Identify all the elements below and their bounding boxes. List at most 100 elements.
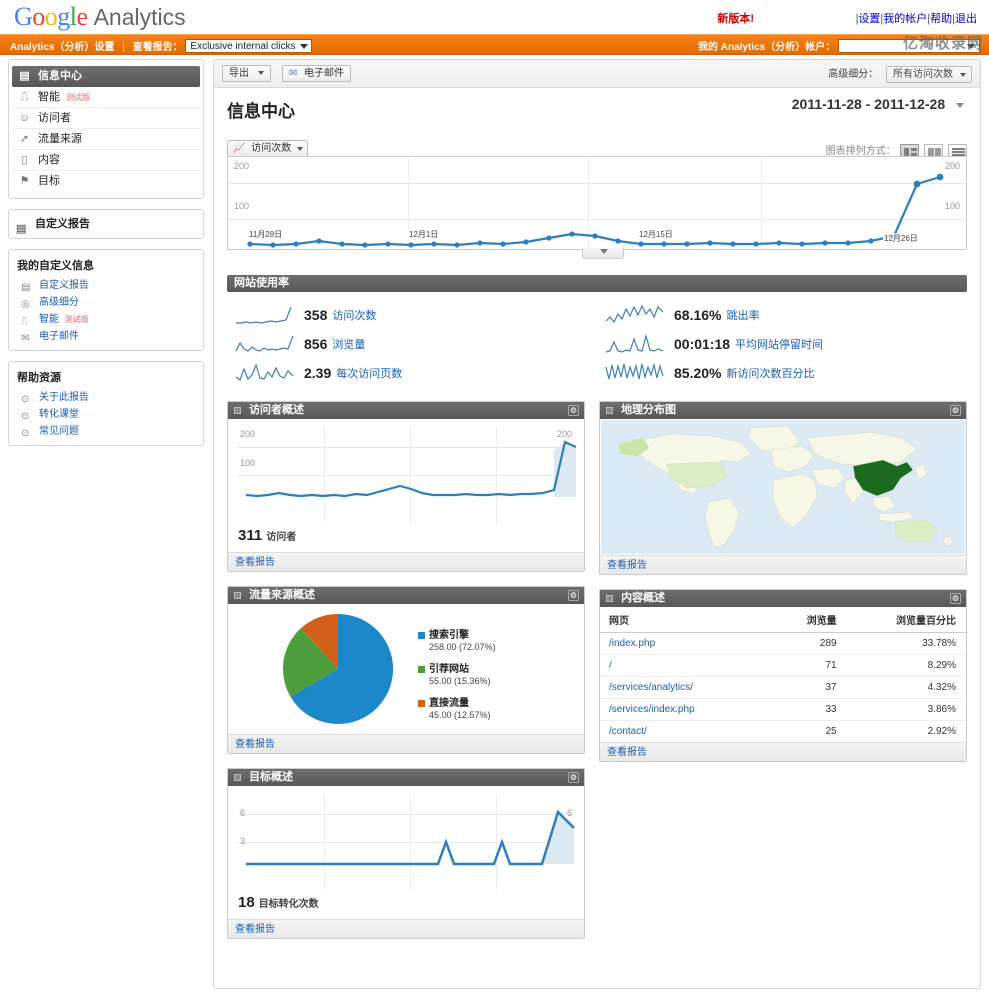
metric-label[interactable]: 浏览量 — [332, 336, 365, 352]
sidebar-item-about-report[interactable]: ⊙ 关于此报告 — [9, 389, 203, 406]
metric-new-visits-pct: 85.20% 新访问次数百分比 — [597, 358, 967, 387]
big-value: 18 — [238, 894, 255, 911]
legend-item: 引荐网站 55.00 (15.36%) — [418, 660, 496, 686]
question-icon: ⊙ — [21, 428, 30, 439]
gear-icon[interactable]: ⚙ — [568, 405, 579, 416]
gear-icon[interactable]: ⚙ — [568, 772, 579, 783]
sparkline-visits — [236, 306, 292, 324]
column-header-page[interactable]: 网页 — [600, 607, 779, 633]
visitors-chart-svg — [245, 440, 577, 498]
metric-label[interactable]: 跳出率 — [726, 307, 759, 323]
metric-value: 00:01:18 — [674, 335, 731, 352]
analytics-settings-link[interactable]: Analytics（分析）设置 — [10, 42, 114, 53]
header-links: |设置|我的帐户|帮助|退出 — [855, 13, 977, 25]
sidebar-item-goals[interactable]: ⚑ 目标 — [12, 171, 200, 192]
sidebar-item-faq[interactable]: ⊙ 常见问题 — [9, 423, 203, 440]
date-range-selector[interactable]: 2011-11-28 - 2011-12-28 — [792, 96, 964, 112]
cell-page[interactable]: /services/analytics/ — [600, 676, 779, 699]
sidebar-my-custom-box: 我的自定义信息 ▤ 自定义报告 ◎ 高级细分 ⎍ 智能 测试版 ✉ 电子邮件 — [8, 249, 204, 351]
metric-selector[interactable]: 📈 访问次数 — [227, 140, 309, 156]
main-visits-chart[interactable]: 200 100 200 100 11月28日 12月1日 12月15日 12月2… — [227, 156, 967, 250]
cell-page[interactable]: /services/index.php — [600, 698, 779, 721]
date-range-value: 2011-11-28 - 2011-12-28 — [791, 96, 946, 112]
list-item-label: 智能 — [39, 314, 59, 325]
chart-collapse-handle[interactable] — [582, 248, 624, 259]
cell-pageviews: 37 — [778, 676, 847, 699]
flag-icon: ⚑ — [19, 175, 30, 187]
sidebar-item-advanced-segments[interactable]: ◎ 高级细分 — [9, 294, 203, 311]
cell-page[interactable]: / — [600, 654, 779, 677]
line-chart-icon: 📈 — [233, 143, 246, 154]
drag-handle-icon[interactable] — [234, 773, 241, 781]
logout-link[interactable]: 退出 — [955, 13, 977, 25]
section-title: 帮助资源 — [17, 372, 61, 384]
sparkline-pageviews — [235, 335, 294, 352]
sidebar-item-my-custom-reports[interactable]: ▤ 自定义报告 — [9, 277, 203, 294]
widget-footer-link[interactable]: 查看报告 — [228, 734, 584, 753]
sidebar-item-visitors[interactable]: ☺ 访问者 — [12, 108, 200, 129]
dashboard-panel: 导出 ✉ 电子邮件 高级细分： 所有访问次数 信息中心 2011-11-28 -… — [213, 59, 981, 989]
pie-legend: 搜索引擎 258.00 (72.07%) 引荐网站 55.00 (15.36%)… — [418, 626, 496, 728]
metric-label[interactable]: 平均网站停留时间 — [735, 336, 823, 352]
metric-label[interactable]: 访问次数 — [332, 307, 376, 323]
gear-icon[interactable]: ⚙ — [950, 593, 961, 604]
cell-page[interactable]: /contact/ — [600, 721, 778, 743]
widget-footer-link[interactable]: 查看报告 — [600, 742, 966, 761]
new-version-notice[interactable]: 新版本! — [717, 10, 754, 26]
column-header-pageviews[interactable]: 浏览量 — [778, 607, 847, 633]
drag-handle-icon[interactable] — [606, 594, 613, 602]
profile-select[interactable]: Exclusive internal clicks — [185, 39, 313, 53]
legend-label: 引荐网站 — [429, 664, 469, 675]
sidebar-item-my-intelligence[interactable]: ⎍ 智能 测试版 — [9, 311, 203, 328]
traffic-pie-chart: 搜索引擎 258.00 (72.07%) 引荐网站 55.00 (15.36%)… — [228, 604, 584, 734]
my-account-link[interactable]: 我的帐户 — [883, 13, 927, 25]
metric-label[interactable]: 新访问次数百分比 — [726, 365, 814, 381]
sidebar-item-traffic-sources[interactable]: ➚ 流量来源 — [12, 129, 200, 150]
cell-page[interactable]: /index.php — [600, 632, 779, 655]
sparkline-bounce-rate — [605, 304, 664, 323]
settings-link[interactable]: 设置 — [858, 13, 880, 25]
gear-icon[interactable]: ⚙ — [568, 590, 579, 601]
widget-header[interactable]: 内容概述 ⚙ — [600, 590, 966, 607]
sidebar-item-dashboard[interactable]: ▤ 信息中心 — [12, 66, 200, 87]
legend-swatch-icon — [418, 632, 425, 640]
widget-header[interactable]: 流量来源概述 ⚙ — [228, 587, 584, 604]
widget-footer-link[interactable]: 查看报告 — [600, 555, 966, 574]
drag-handle-icon[interactable] — [606, 406, 613, 414]
visitors-chart: 200 100 200 100 — [238, 427, 577, 523]
report-icon: ▤ — [16, 223, 27, 235]
widget-visitors-overview: 访问者概述 ⚙ 200 100 200 311 访问者 查看报告 — [227, 401, 585, 572]
sidebar-item-label: 流量来源 — [38, 133, 82, 145]
widget-header[interactable]: 目标概述 ⚙ — [228, 769, 584, 786]
advanced-segment-select[interactable]: 所有访问次数 — [886, 66, 972, 83]
legend-item: 搜索引擎 258.00 (72.07%) — [418, 626, 496, 652]
sparkline-pages-per-visit — [235, 362, 294, 381]
export-button[interactable]: 导出 — [222, 65, 271, 82]
widget-footer-link[interactable]: 查看报告 — [228, 552, 584, 571]
metric-label[interactable]: 每次访问页数 — [336, 365, 402, 381]
sidebar-item-email[interactable]: ✉ 电子邮件 — [9, 328, 203, 345]
widget-header[interactable]: 地理分布图 ⚙ — [600, 402, 966, 419]
help-link[interactable]: 帮助 — [930, 13, 952, 25]
drag-handle-icon[interactable] — [234, 591, 241, 599]
x-axis-tick-label: 11月28日 — [248, 229, 284, 240]
person-icon: ☺ — [18, 112, 31, 124]
list-item-label: 关于此报告 — [39, 392, 89, 403]
widget-header[interactable]: 访问者概述 ⚙ — [228, 402, 584, 419]
sidebar-item-custom-reports[interactable]: ▤ 自定义报告 — [9, 213, 203, 235]
gear-icon[interactable]: ⚙ — [950, 405, 961, 416]
column-header-pageviews-pct[interactable]: 浏览量百分比 — [846, 607, 966, 633]
my-custom-list: ▤ 自定义报告 ◎ 高级细分 ⎍ 智能 测试版 ✉ 电子邮件 — [9, 277, 203, 347]
world-map[interactable] — [601, 420, 965, 554]
drag-handle-icon[interactable] — [234, 406, 241, 414]
metric-selector-value: 访问次数 — [251, 143, 292, 154]
email-button[interactable]: ✉ 电子邮件 — [281, 65, 352, 82]
widget-footer-link[interactable]: 查看报告 — [228, 919, 584, 938]
widget-body — [600, 420, 966, 554]
sidebar-item-intelligence[interactable]: ⎍ 智能 测试版 — [12, 87, 200, 108]
table-row: /services/analytics/ 37 4.32% — [600, 676, 966, 699]
sidebar-item-conversion-university[interactable]: ⊙ 转化课堂 — [9, 406, 203, 423]
sidebar-item-content[interactable]: ▯ 内容 — [12, 150, 200, 171]
metric-visits: 358 访问次数 — [227, 300, 597, 329]
widget-title: 目标概述 — [249, 771, 294, 783]
